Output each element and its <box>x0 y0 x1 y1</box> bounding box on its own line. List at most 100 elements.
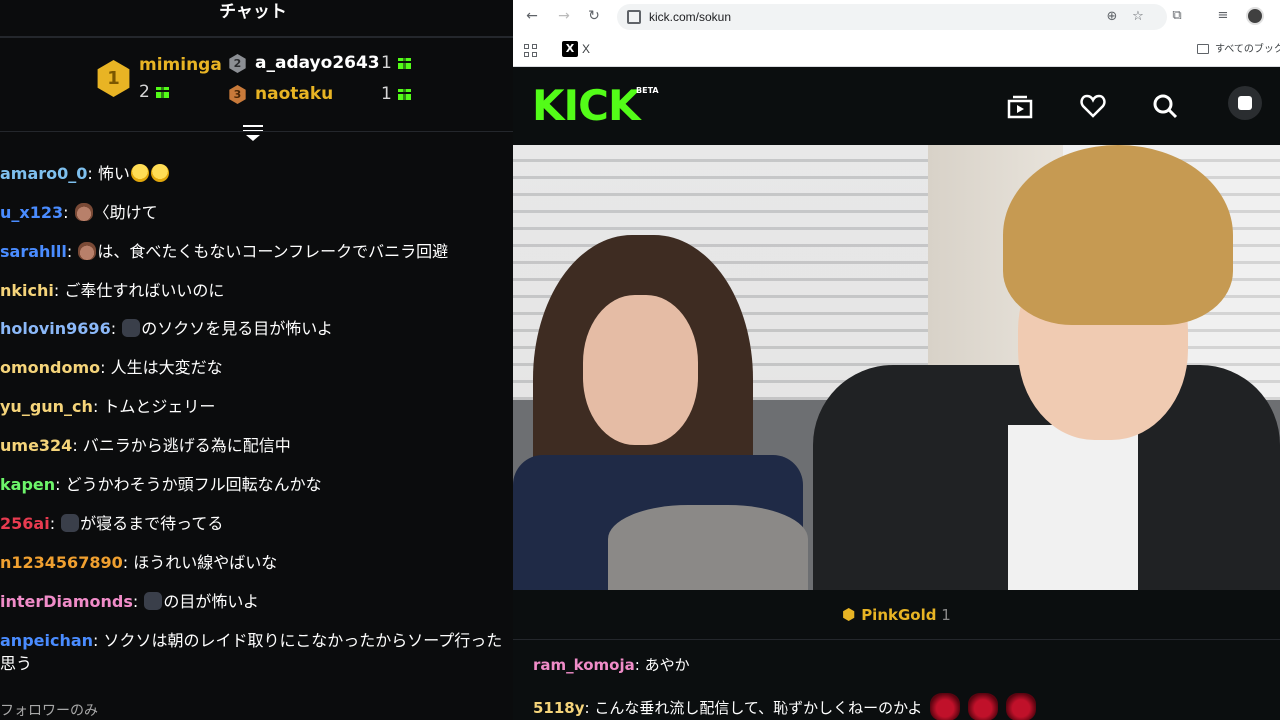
leader-2-name[interactable]: a_adayo2643 <box>255 53 380 73</box>
chat-separator: : <box>92 397 104 416</box>
chat-text: が寝るまで待ってる <box>80 514 224 533</box>
chat-message: nkichi: ご奉仕すればいいのに <box>0 280 224 302</box>
chat-message: n1234567890: ほうれい線やばいな <box>0 552 277 574</box>
zoom-icon[interactable]: ⊕ <box>1105 10 1119 24</box>
x-logo-icon[interactable]: X <box>562 41 578 57</box>
stream-leaderboard: PinkGold 1 <box>513 590 1280 640</box>
scream-emoji-icon <box>150 164 169 182</box>
coin-icon <box>843 608 855 621</box>
chat-username[interactable]: anpeichan <box>0 631 93 650</box>
chat-text: こんな垂れ流し配信して、恥ずかしくねーのかよ <box>594 699 923 717</box>
chat-username[interactable]: amaro0_0 <box>0 164 87 183</box>
rank-2-badge: 2 <box>229 54 246 73</box>
chat-text: 人生は大変だな <box>110 358 223 377</box>
kick-logo[interactable]: KICK <box>532 82 641 130</box>
chat-username[interactable]: 5118y <box>533 699 585 717</box>
folder-icon[interactable] <box>1197 44 1209 54</box>
chat-separator: : <box>72 436 83 455</box>
chat-separator: : <box>100 358 111 377</box>
pinned-count: 1 <box>941 606 951 624</box>
collapse-leaderboard-icon[interactable] <box>243 125 263 141</box>
streamer-figure <box>1008 425 1138 590</box>
chat-message: ram_komoja: あやか <box>533 656 690 674</box>
back-icon[interactable]: ← <box>524 8 540 24</box>
kick-header: KICK BETA <box>513 68 1280 145</box>
leader-1-count: 2 <box>139 82 169 102</box>
chat-separator: : <box>63 203 74 222</box>
goat-emoji-icon <box>144 592 163 610</box>
chat-title: チャット <box>219 2 287 22</box>
chat-username[interactable]: interDiamonds <box>0 592 133 611</box>
gift-icon <box>397 88 411 100</box>
chat-separator: : <box>53 281 65 300</box>
chat-panel: チャット 1 miminga 2 2 a_adayo2643 1 3 naota… <box>0 0 513 720</box>
video-player[interactable] <box>513 145 1280 590</box>
chat-text: ほうれい線やばいな <box>133 553 278 572</box>
chat-message: u_x123: 〈助けて <box>0 202 158 224</box>
bookmarks-bar: X X すべてのブックマ <box>513 34 1280 67</box>
chat-text: あやか <box>644 656 690 674</box>
media-icon[interactable]: ≡ <box>1216 9 1230 23</box>
chat-username[interactable]: kapen <box>0 475 55 494</box>
leader-3-count: 1 <box>381 84 411 104</box>
chat-username[interactable]: yu_gun_ch <box>0 397 93 416</box>
chat-text: ご奉仕すればいいのに <box>64 281 225 300</box>
emote-icon <box>1006 693 1037 720</box>
chat-username[interactable]: sarahlll <box>0 242 67 261</box>
all-bookmarks-link[interactable]: すべてのブックマ <box>1215 42 1280 58</box>
beta-badge: BETA <box>636 86 659 95</box>
chat-username[interactable]: n1234567890 <box>0 553 123 572</box>
pinned-user[interactable]: PinkGold <box>861 606 936 624</box>
divider <box>0 131 513 132</box>
divider <box>0 36 513 38</box>
streamer-figure <box>1003 145 1233 325</box>
chat-username[interactable]: holovin9696 <box>0 319 111 338</box>
bookmark-star-icon[interactable]: ☆ <box>1131 10 1145 24</box>
chat-text: の目が怖いよ <box>163 592 260 611</box>
chat-text: 〈助けて <box>93 203 158 222</box>
chat-message: interDiamonds: の目が怖いよ <box>0 591 259 613</box>
user-avatar[interactable] <box>1228 86 1262 120</box>
chat-username[interactable]: omondomo <box>0 358 100 377</box>
chat-separator: : <box>55 475 66 494</box>
forward-icon[interactable]: → <box>556 8 572 24</box>
chat-text: どうかわそうか頭フル回転なんかな <box>65 475 322 494</box>
chat-username[interactable]: nkichi <box>0 281 54 300</box>
chat-username[interactable]: 256ai <box>0 514 50 533</box>
scream-emoji-icon <box>130 164 149 182</box>
search-icon[interactable] <box>1151 92 1179 120</box>
chat-message: holovin9696: のソクソを見る目が怖いよ <box>0 318 333 340</box>
reload-icon[interactable]: ↻ <box>586 8 602 24</box>
chat-separator: : <box>49 514 61 533</box>
poop-emoji-icon <box>78 242 97 260</box>
leader-2-count: 1 <box>381 53 411 73</box>
chat-text: は、食べたくもないコーンフレークでバニラ回避 <box>97 242 449 261</box>
heart-icon[interactable] <box>1079 92 1107 120</box>
chat-username[interactable]: ram_komoja <box>533 656 635 674</box>
emote-icon <box>968 693 999 720</box>
chat-message: 256ai: が寝るまで待ってる <box>0 513 223 535</box>
chat-message: anpeichan: ソクソは朝のレイド取りにこなかったからソープ行った <box>0 630 502 652</box>
chat-username[interactable]: u_x123 <box>0 203 63 222</box>
chat-separator: : <box>110 319 122 338</box>
profile-avatar[interactable] <box>1246 7 1264 25</box>
gift-icon <box>397 57 411 69</box>
extensions-icon[interactable]: ⧉ <box>1170 9 1184 23</box>
chat-username[interactable]: ume324 <box>0 436 72 455</box>
browser-toolbar: ← → ↻ kick.com/sokun ⊕ ☆ ⧉ ≡ <box>513 0 1280 34</box>
url-text[interactable]: kick.com/sokun <box>649 4 731 30</box>
address-bar[interactable]: kick.com/sokun ⊕ ☆ <box>617 4 1167 30</box>
chat-message: sarahlll: は、食べたくもないコーンフレークでバニラ回避 <box>0 241 448 263</box>
chat-separator: : <box>87 164 98 183</box>
chat-text: 怖い <box>97 164 130 183</box>
bookmark-x[interactable]: X <box>582 41 590 57</box>
streamer-figure <box>583 295 698 445</box>
site-info-icon[interactable] <box>627 10 641 24</box>
chat-message: yu_gun_ch: トムとジェリー <box>0 396 215 418</box>
apps-grid-icon[interactable] <box>524 44 537 57</box>
follower-only-note: フォロワーのみ <box>0 703 98 719</box>
browse-icon[interactable] <box>1006 92 1034 120</box>
leader-1-name[interactable]: miminga <box>139 55 222 75</box>
browser-window: ← → ↻ kick.com/sokun ⊕ ☆ ⧉ ≡ X X すべてのブック… <box>513 0 1280 720</box>
leader-3-name[interactable]: naotaku <box>255 84 333 104</box>
